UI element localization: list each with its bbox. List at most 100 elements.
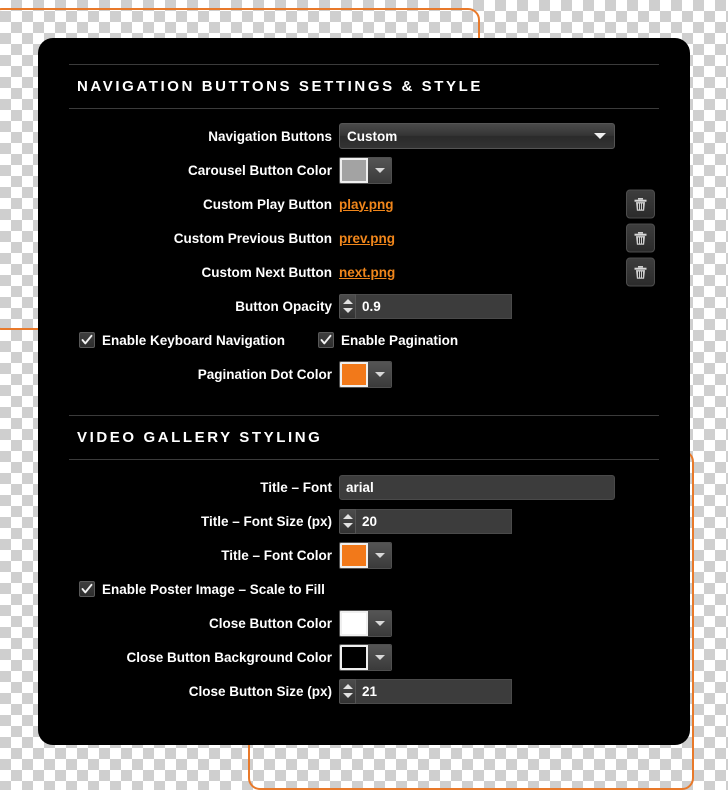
chevron-down-icon <box>374 167 385 173</box>
color-swatch[interactable] <box>340 610 368 636</box>
row-pagination-dot-color: Pagination Dot Color <box>69 357 659 391</box>
input-button-opacity[interactable]: 0.9 <box>356 293 512 319</box>
color-dropdown-button[interactable] <box>368 644 391 670</box>
file-link-custom-next-button[interactable]: next.png <box>339 265 395 280</box>
label-navigation-buttons: Navigation Buttons <box>208 128 332 144</box>
field-custom-next-button: next.png <box>339 265 659 280</box>
input-close-button-size-px[interactable]: 21 <box>356 678 512 704</box>
color-picker-carousel-button-color[interactable] <box>339 156 392 184</box>
chevron-down-icon <box>374 654 385 660</box>
field-title-font-color <box>339 541 659 569</box>
color-swatch[interactable] <box>340 157 368 183</box>
stepper-up-icon[interactable] <box>342 298 353 304</box>
delete-button-custom-previous-button[interactable] <box>626 223 655 253</box>
row-custom-next-button: Custom Next Button next.png <box>69 255 659 289</box>
row-custom-previous-button: Custom Previous Button prev.png <box>69 221 659 255</box>
check-icon <box>320 334 332 345</box>
row-carousel-button-color: Carousel Button Color <box>69 153 659 187</box>
stepper-title-font-size-px[interactable] <box>339 508 356 534</box>
field-pagination-dot-color <box>339 360 659 388</box>
row-button-opacity: Button Opacity 0.9 <box>69 289 659 323</box>
select-value: Custom <box>347 128 398 144</box>
field-carousel-button-color <box>339 156 659 184</box>
row-title-font-size-px: Title – Font Size (px) 20 <box>69 504 659 538</box>
stepper-down-icon[interactable] <box>342 693 353 699</box>
delete-button-custom-play-button[interactable] <box>626 189 655 219</box>
field-button-opacity: 0.9 <box>339 293 659 319</box>
row-close-button-background-color: Close Button Background Color <box>69 640 659 674</box>
field-custom-play-button: play.png <box>339 197 659 212</box>
checkbox-input[interactable] <box>79 332 95 348</box>
checkbox-input[interactable] <box>79 581 95 597</box>
row-close-button-color: Close Button Color <box>69 606 659 640</box>
label-carousel-button-color: Carousel Button Color <box>188 162 332 178</box>
stepper-up-icon[interactable] <box>342 683 353 689</box>
row-title-font: Title – Font arial <box>69 470 659 504</box>
select-navigation-buttons[interactable]: Custom <box>339 123 615 149</box>
checkbox-enable-keyboard-navigation[interactable]: Enable Keyboard Navigation <box>79 332 285 348</box>
field-close-button-size-px: 21 <box>339 678 659 704</box>
check-icon <box>81 334 93 345</box>
checkbox-enable-poster-image-scale-to-fill[interactable]: Enable Poster Image – Scale to Fill <box>79 581 325 597</box>
color-swatch[interactable] <box>340 361 368 387</box>
stepper-down-icon[interactable] <box>342 308 353 314</box>
label-close-button-background-color: Close Button Background Color <box>126 649 333 665</box>
label-pagination-dot-color: Pagination Dot Color <box>197 366 332 382</box>
color-dropdown-button[interactable] <box>368 157 391 183</box>
color-swatch[interactable] <box>340 644 368 670</box>
checkbox-row: Enable Keyboard Navigation Enable Paginat… <box>69 323 659 357</box>
chevron-down-icon <box>374 552 385 558</box>
checkbox-label: Enable Poster Image – Scale to Fill <box>102 581 325 597</box>
chevron-down-icon <box>374 620 385 626</box>
color-picker-close-button-background-color[interactable] <box>339 643 392 671</box>
label-custom-next-button: Custom Next Button <box>201 264 333 280</box>
checkbox-label: Enable Pagination <box>341 332 459 348</box>
check-icon <box>81 583 93 594</box>
stepper-down-icon[interactable] <box>342 523 353 529</box>
label-close-button-size-px: Close Button Size (px) <box>188 683 332 699</box>
label-button-opacity: Button Opacity <box>235 298 332 314</box>
label-custom-previous-button: Custom Previous Button <box>173 230 332 246</box>
section-title-navigation-buttons-settings-style: NAVIGATION BUTTONS SETTINGS & STYLE <box>69 64 659 109</box>
color-picker-pagination-dot-color[interactable] <box>339 360 392 388</box>
input-title-font-size-px[interactable]: 20 <box>356 508 512 534</box>
color-dropdown-button[interactable] <box>368 361 391 387</box>
label-title-font-color: Title – Font Color <box>221 547 332 563</box>
checkbox-input[interactable] <box>318 332 335 348</box>
section-rows-spacer <box>69 460 659 470</box>
section-rows-spacer <box>69 109 659 119</box>
label-title-font: Title – Font <box>260 479 332 495</box>
field-navigation-buttons: Custom <box>339 123 659 149</box>
color-picker-close-button-color[interactable] <box>339 609 392 637</box>
label-title-font-size-px: Title – Font Size (px) <box>200 513 332 529</box>
section-title-video-gallery-styling: VIDEO GALLERY STYLING <box>69 415 659 460</box>
chevron-down-icon <box>594 133 606 139</box>
row-title-font-color: Title – Font Color <box>69 538 659 572</box>
color-swatch[interactable] <box>340 542 368 568</box>
color-picker-title-font-color[interactable] <box>339 541 392 569</box>
delete-button-custom-next-button[interactable] <box>626 257 655 287</box>
field-title-font: arial <box>339 474 659 500</box>
file-link-custom-previous-button[interactable]: prev.png <box>339 231 395 246</box>
label-close-button-color: Close Button Color <box>209 615 332 631</box>
field-custom-previous-button: prev.png <box>339 231 659 246</box>
stepper-close-button-size-px[interactable] <box>339 678 356 704</box>
field-close-button-color <box>339 609 659 637</box>
stepper-up-icon[interactable] <box>342 513 353 519</box>
row-navigation-buttons: Navigation Buttons Custom <box>69 119 659 153</box>
checkbox-label: Enable Keyboard Navigation <box>102 332 286 348</box>
file-link-custom-play-button[interactable]: play.png <box>339 197 394 212</box>
color-dropdown-button[interactable] <box>368 542 391 568</box>
field-close-button-background-color <box>339 643 659 671</box>
checkbox-enable-pagination[interactable]: Enable Pagination <box>318 332 458 348</box>
label-custom-play-button: Custom Play Button <box>202 196 332 212</box>
color-dropdown-button[interactable] <box>368 610 391 636</box>
stepper-button-opacity[interactable] <box>339 293 356 319</box>
input-title-font[interactable]: arial <box>339 474 615 500</box>
field-title-font-size-px: 20 <box>339 508 659 534</box>
checkbox-row: Enable Poster Image – Scale to Fill <box>69 572 659 606</box>
chevron-down-icon <box>374 371 385 377</box>
settings-panel: NAVIGATION BUTTONS SETTINGS & STYLE Navig… <box>38 38 690 745</box>
row-close-button-size-px: Close Button Size (px) 21 <box>69 674 659 708</box>
